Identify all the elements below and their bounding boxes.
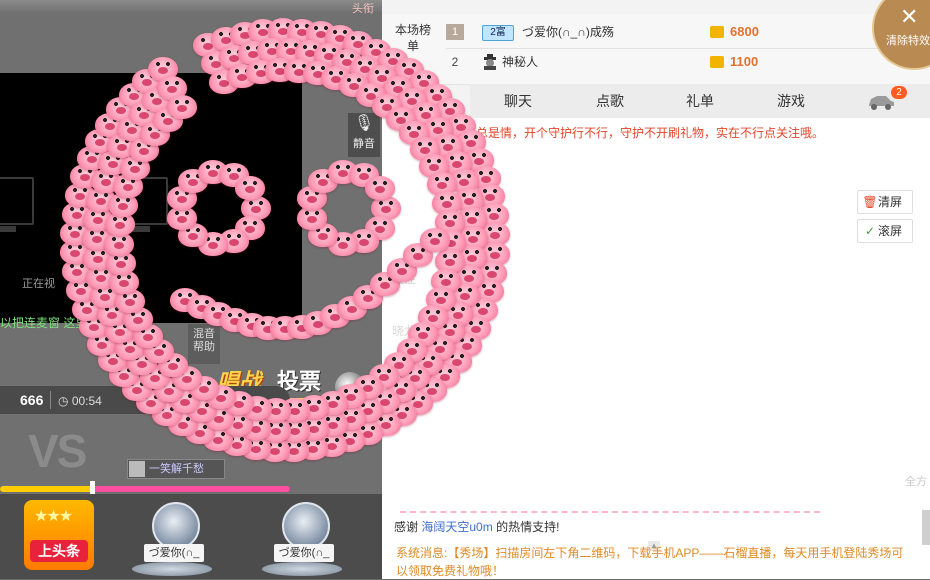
rich-level-badge: 2富: [482, 25, 514, 41]
top-tag: 头衔: [352, 3, 374, 15]
microphone-icon: 🎙: [353, 115, 375, 132]
rank-amount: 1100: [730, 54, 759, 69]
pk-timer: ◷ 00:54: [58, 394, 102, 408]
pk-progress-fill: [0, 486, 90, 492]
car-count-badge: 2: [891, 86, 907, 99]
tab-chat[interactable]: 聊天: [472, 84, 564, 118]
avatar: [129, 461, 145, 477]
thanks-message: 感谢 海阔天空u0m 的热情支持!: [394, 518, 559, 535]
faded-chat-line: 喜二: [392, 384, 417, 398]
seat-pedestal: [132, 562, 212, 576]
clear-screen-label: 清屏: [878, 195, 903, 209]
room-notice-head: 【房间公: [392, 126, 441, 140]
headline-label: 上头条: [30, 540, 88, 562]
mystery-user-icon: [484, 54, 496, 70]
guest-seat[interactable]: づ爱你(∩_: [262, 500, 342, 578]
rank-position: 1: [446, 24, 464, 40]
tab-song-request[interactable]: 点歌: [564, 84, 656, 118]
avatar: [152, 502, 200, 550]
tab-gift-list[interactable]: 礼单: [654, 84, 746, 118]
scroll-screen-label: 滚屏: [878, 224, 903, 238]
monitor-icon: [0, 177, 34, 232]
chat-scrollbar[interactable]: [922, 510, 930, 545]
room-notice: 【房间公水千山总是情，开个守护行不行，守护不开刷礼物，实在不行点关注哦。: [392, 124, 912, 141]
pk-score: 666: [20, 392, 44, 408]
scroll-screen-button[interactable]: ✓ 滚屏: [857, 219, 913, 243]
rank-title: 本场榜单: [394, 23, 431, 53]
system-message: 系统消息:【秀场】扫描房间左下角二维码，下载手机APP——石榴直播，每天用手机登…: [396, 546, 904, 578]
pk-progress-opponent-fill: [89, 486, 290, 492]
guest-name: づ爱你(∩_: [144, 544, 204, 562]
clear-screen-button[interactable]: 🗑清屏: [857, 190, 913, 214]
fan-name: 一笑解千愁: [149, 463, 204, 475]
connect-hint: 以把连麦窗 这里: [0, 316, 88, 330]
monitor-icon: [112, 177, 168, 232]
thanks-user-link[interactable]: 海阔天空u0m: [421, 520, 492, 534]
check-circle-icon: ✓: [864, 224, 876, 238]
video-status: 正在视: [22, 278, 55, 290]
headline-button[interactable]: ★★★ 上头条: [24, 500, 94, 570]
close-icon: ✕: [900, 4, 919, 29]
rank-amount: 6800: [730, 24, 759, 39]
faded-chat-line: 关注: [392, 272, 417, 286]
guest-seat[interactable]: づ爱你(∩_: [132, 500, 212, 578]
clear-effects-label: 清除特效: [886, 35, 930, 47]
microphone-icon: [335, 372, 365, 402]
trash-icon: 🗑: [862, 195, 878, 209]
rank-row[interactable]: 2 神秘人 1100: [446, 48, 866, 76]
rank-nickname: 神秘人: [502, 55, 539, 69]
pk-score-bar: [0, 386, 290, 414]
vs-label: VS: [28, 425, 87, 477]
rank-position: 2: [451, 55, 459, 69]
divider: [400, 511, 820, 513]
faded-chat-line: 晓龙): [392, 324, 420, 338]
thanks-prefix: 感谢: [394, 520, 419, 534]
rank-row[interactable]: 1 2富 づ爱你(∩_∩)成殇 6800: [446, 18, 866, 46]
coin-icon: [710, 26, 724, 38]
mute-label: 静音: [353, 138, 375, 150]
coin-icon: [710, 56, 724, 68]
rank-nickname: づ爱你(∩_∩)成殇: [522, 25, 614, 39]
clock-icon: ◷: [58, 394, 69, 408]
stars-icon: ★★★: [34, 508, 73, 525]
mute-button[interactable]: 🎙 静音: [348, 113, 380, 157]
faded-chat: 关注 晓龙) 主号 喜二: [382, 258, 512, 498]
room-notice-body: 水千山总是情，开个守护行不行，守护不开刷礼物，实在不行点关注哦。: [440, 126, 825, 140]
faded-chat-line: 主号: [392, 358, 417, 372]
tab-games[interactable]: 游戏: [745, 84, 837, 118]
pk-progress-bar: [0, 486, 290, 492]
divider: [50, 391, 51, 409]
avatar: [282, 502, 330, 550]
pk-timer-value: 00:54: [71, 394, 102, 408]
faded-chat-line: 全方: [905, 476, 927, 488]
mix-help-button[interactable]: 混音帮助: [188, 324, 220, 364]
thanks-suffix: 的热情支持!: [496, 520, 560, 534]
video-topbar: 头衔: [0, 0, 382, 15]
seat-pedestal: [262, 562, 342, 576]
guest-name: づ爱你(∩_: [274, 544, 334, 562]
fan-tag[interactable]: 一笑解千愁: [127, 459, 225, 479]
